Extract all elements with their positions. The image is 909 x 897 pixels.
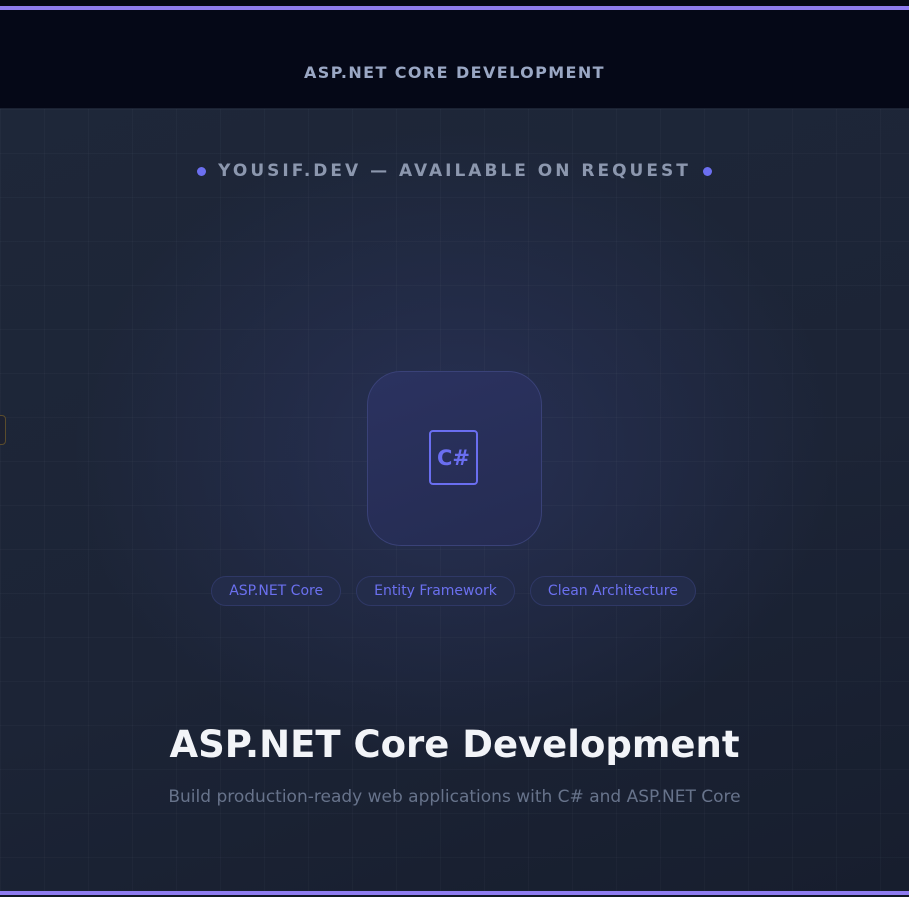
- header-bar: ASP.NET CORE DEVELOPMENT: [0, 0, 909, 109]
- csharp-icon: C#: [429, 430, 478, 485]
- tag-aspnet-core: ASP.NET Core: [211, 576, 342, 606]
- availability-dot-right: [702, 166, 712, 176]
- page-subtitle: Build production-ready web applications …: [168, 787, 741, 807]
- hero-section: YOUSIF.DEV — AVAILABLE ON REQUEST C# ASP…: [0, 109, 909, 891]
- tag-entity-framework: Entity Framework: [356, 576, 515, 606]
- page-title: ASP.NET Core Development: [169, 723, 740, 766]
- tag-clean-architecture: Clean Architecture: [529, 576, 696, 606]
- top-accent-line: [0, 6, 909, 10]
- page: ASP.NET CORE DEVELOPMENT YOUSIF.DEV — AV…: [0, 0, 909, 897]
- availability-text: YOUSIF.DEV — AVAILABLE ON REQUEST: [218, 161, 691, 181]
- side-drawer-handle[interactable]: [0, 415, 6, 445]
- logo-card: C#: [367, 371, 542, 546]
- tag-list: ASP.NET Core Entity Framework Clean Arch…: [0, 576, 908, 606]
- availability-banner: YOUSIF.DEV — AVAILABLE ON REQUEST: [0, 161, 909, 181]
- availability-dot-left: [197, 166, 207, 176]
- header-title: ASP.NET CORE DEVELOPMENT: [304, 63, 605, 82]
